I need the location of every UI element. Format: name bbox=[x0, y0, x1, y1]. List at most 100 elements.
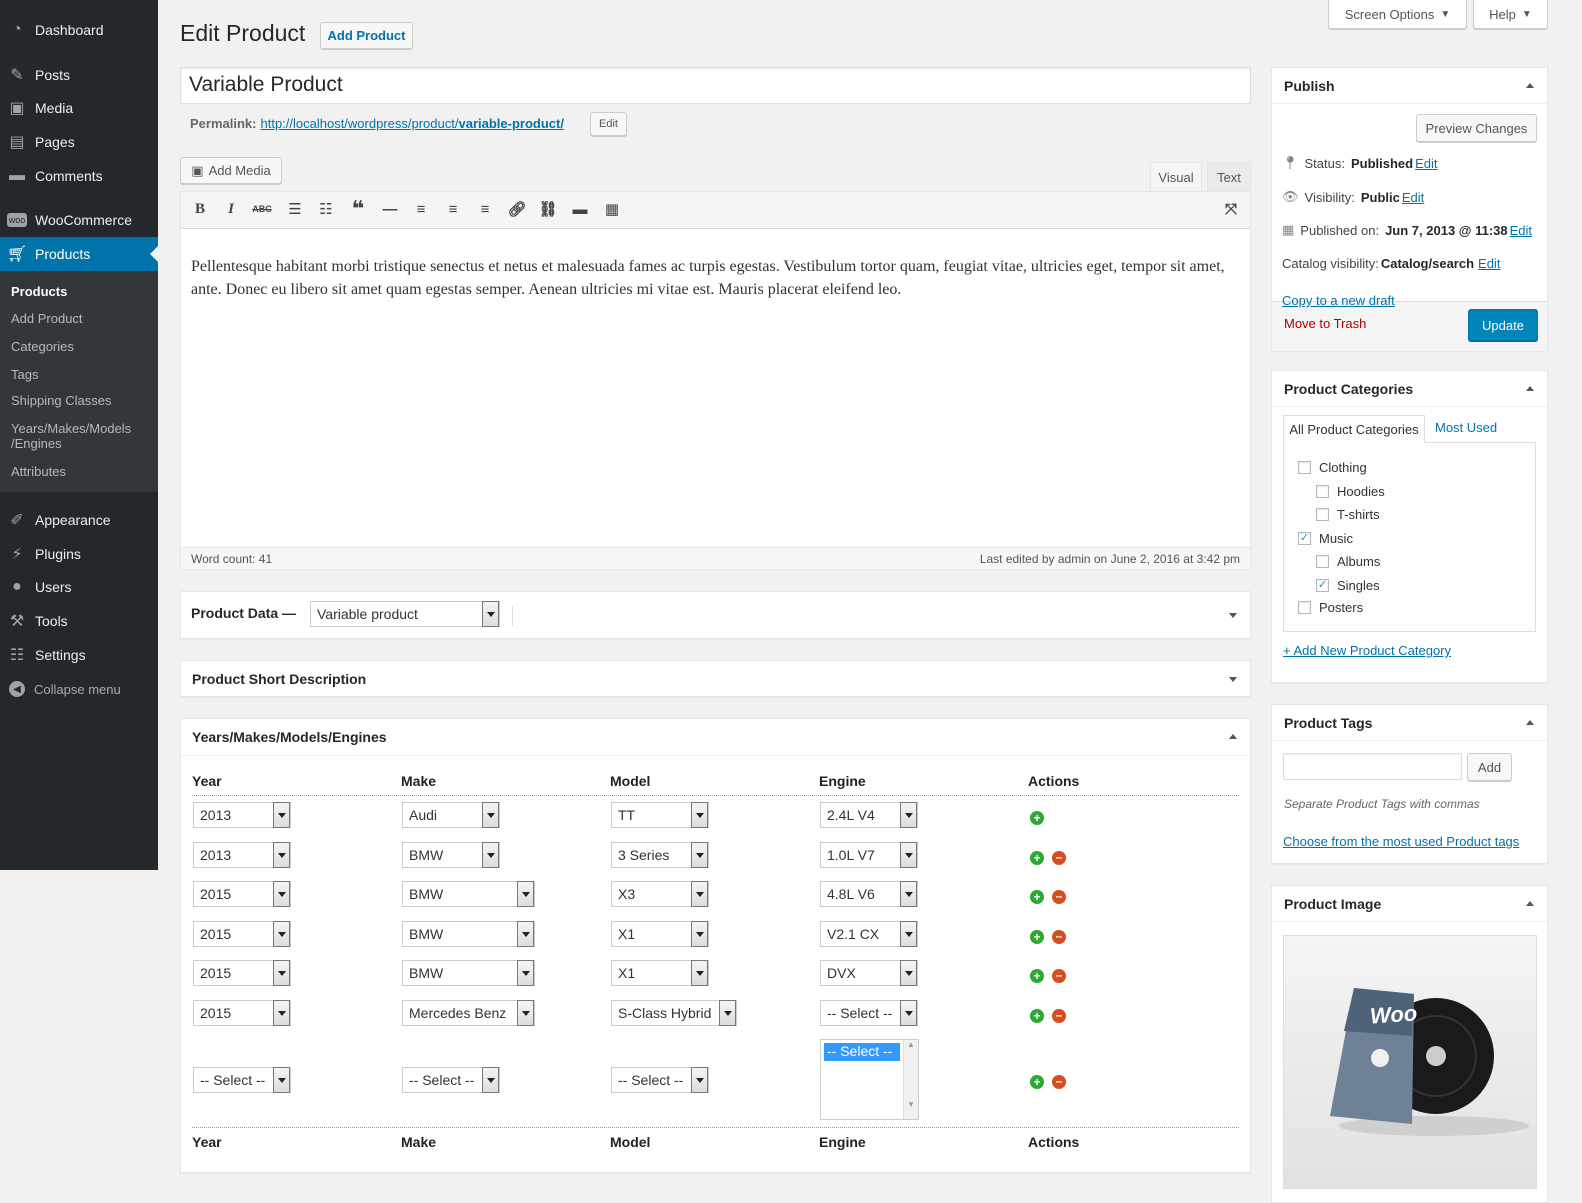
tab-visual[interactable]: Visual bbox=[1150, 162, 1202, 191]
sidebar-item-users[interactable]: ● Users bbox=[0, 570, 158, 604]
sidebar-item-comments[interactable]: ▬ Comments bbox=[0, 159, 158, 193]
category-checkbox[interactable]: ✓ bbox=[1316, 579, 1329, 592]
toggle-arrow-icon[interactable] bbox=[1526, 901, 1534, 906]
toolbar-toggle-icon[interactable]: ▦ bbox=[602, 199, 622, 219]
product-image[interactable]: Woo bbox=[1283, 935, 1537, 1189]
visibility-edit-link[interactable]: Edit bbox=[1402, 190, 1424, 205]
bullet-list-icon[interactable]: ☰ bbox=[285, 199, 305, 219]
category-checkbox[interactable] bbox=[1316, 555, 1329, 568]
scrollbar[interactable]: ▲ ▼ bbox=[903, 1040, 918, 1119]
model-select[interactable]: 3 Series bbox=[611, 842, 709, 868]
tag-input[interactable] bbox=[1283, 753, 1462, 780]
engine-option-selected[interactable]: -- Select -- bbox=[823, 1042, 901, 1062]
submenu-categories[interactable]: Categories bbox=[11, 339, 74, 354]
toggle-arrow-icon[interactable] bbox=[1229, 734, 1237, 739]
add-row-icon[interactable]: + bbox=[1030, 1009, 1044, 1023]
model-select[interactable]: TT bbox=[611, 802, 709, 828]
model-select[interactable]: X1 bbox=[611, 921, 709, 947]
sidebar-item-dashboard[interactable]: ◔ Dashboard bbox=[0, 13, 158, 47]
sidebar-item-pages[interactable]: ▤ Pages bbox=[0, 125, 158, 159]
submenu-tags[interactable]: Tags bbox=[11, 367, 38, 382]
remove-row-icon[interactable]: – bbox=[1052, 1009, 1066, 1023]
blockquote-icon[interactable]: ❝ bbox=[348, 196, 368, 221]
submenu-ymme[interactable]: Years/Makes/Models/Engines bbox=[11, 421, 131, 451]
year-select[interactable]: -- Select -- bbox=[193, 1067, 291, 1093]
category-checkbox[interactable] bbox=[1298, 601, 1311, 614]
category-checkbox[interactable] bbox=[1316, 508, 1329, 521]
engine-select[interactable]: DVX bbox=[820, 960, 918, 986]
sidebar-item-settings[interactable]: ☷ Settings bbox=[0, 638, 158, 672]
add-new-category-link[interactable]: + Add New Product Category bbox=[1283, 643, 1451, 658]
read-more-icon[interactable]: ▬ bbox=[570, 199, 590, 219]
year-select[interactable]: 2015 bbox=[193, 921, 291, 947]
model-select[interactable]: X3 bbox=[611, 881, 709, 907]
engine-select[interactable]: 2.4L V4 bbox=[820, 802, 918, 828]
align-right-icon[interactable]: ≡ bbox=[475, 199, 495, 219]
make-select[interactable]: BMW bbox=[402, 842, 500, 868]
make-select[interactable]: BMW bbox=[402, 960, 535, 986]
model-select[interactable]: X1 bbox=[611, 960, 709, 986]
engine-select[interactable]: -- Select -- bbox=[820, 1000, 918, 1026]
year-select[interactable]: 2015 bbox=[193, 1000, 291, 1026]
tab-text[interactable]: Text bbox=[1207, 162, 1251, 191]
add-row-icon[interactable]: + bbox=[1030, 1075, 1044, 1089]
title-input[interactable]: Variable Product bbox=[180, 67, 1251, 104]
sidebar-item-tools[interactable]: ⚒︎ Tools bbox=[0, 604, 158, 638]
remove-row-icon[interactable]: – bbox=[1052, 969, 1066, 983]
toggle-arrow-icon[interactable] bbox=[1229, 677, 1237, 682]
fullscreen-icon[interactable]: ⤧ bbox=[1221, 199, 1241, 219]
model-select[interactable]: -- Select -- bbox=[611, 1067, 709, 1093]
choose-tags-link[interactable]: Choose from the most used Product tags bbox=[1283, 834, 1519, 849]
make-select[interactable]: Mercedes Benz bbox=[402, 1000, 535, 1026]
sidebar-item-appearance[interactable]: ✐ Appearance bbox=[0, 503, 158, 537]
numbered-list-icon[interactable]: ☷ bbox=[316, 199, 336, 219]
sidebar-item-plugins[interactable]: ⚡︎ Plugins bbox=[0, 537, 158, 571]
add-tag-button[interactable]: Add bbox=[1467, 753, 1512, 781]
add-row-icon[interactable]: + bbox=[1030, 851, 1044, 865]
published-edit-link[interactable]: Edit bbox=[1510, 223, 1532, 238]
permalink-link[interactable]: http://localhost/wordpress/product/varia… bbox=[260, 116, 563, 131]
add-product-button[interactable]: Add Product bbox=[320, 22, 413, 49]
toggle-arrow-icon[interactable] bbox=[1526, 83, 1534, 88]
product-type-select[interactable]: Variable product bbox=[310, 601, 500, 627]
collapse-menu[interactable]: ◀ Collapse menu bbox=[0, 678, 158, 700]
preview-changes-button[interactable]: Preview Changes bbox=[1416, 114, 1537, 142]
permalink-edit-button[interactable]: Edit bbox=[590, 112, 627, 136]
remove-row-icon[interactable]: – bbox=[1052, 930, 1066, 944]
tab-most-used[interactable]: Most Used bbox=[1435, 420, 1497, 435]
engine-select[interactable]: V2.1 CX bbox=[820, 921, 918, 947]
add-row-icon[interactable]: + bbox=[1030, 890, 1044, 904]
submenu-attributes[interactable]: Attributes bbox=[11, 464, 66, 479]
submenu-add-product[interactable]: Add Product bbox=[11, 311, 83, 326]
copy-draft-link[interactable]: Copy to a new draft bbox=[1282, 293, 1395, 308]
catalog-edit-link[interactable]: Edit bbox=[1478, 256, 1500, 271]
sidebar-item-posts[interactable]: ✎ Posts bbox=[0, 58, 158, 92]
toggle-arrow-icon[interactable] bbox=[1526, 720, 1534, 725]
add-row-icon[interactable]: + bbox=[1030, 930, 1044, 944]
category-checkbox[interactable] bbox=[1316, 485, 1329, 498]
make-select[interactable]: -- Select -- bbox=[402, 1067, 500, 1093]
italic-icon[interactable]: I bbox=[221, 199, 241, 219]
model-select[interactable]: S-Class Hybrid bbox=[611, 1000, 737, 1026]
submenu-shipping-classes[interactable]: Shipping Classes bbox=[11, 393, 111, 408]
unlink-icon[interactable]: ⛓︎ bbox=[538, 199, 558, 219]
category-checkbox[interactable] bbox=[1298, 461, 1311, 474]
tab-all-categories[interactable]: All Product Categories bbox=[1283, 415, 1425, 443]
submenu-products[interactable]: Products bbox=[11, 284, 67, 299]
category-checkbox[interactable]: ✓ bbox=[1298, 532, 1311, 545]
year-select[interactable]: 2015 bbox=[193, 881, 291, 907]
remove-row-icon[interactable]: – bbox=[1052, 1075, 1066, 1089]
add-row-icon[interactable]: + bbox=[1030, 811, 1044, 825]
add-media-button[interactable]: ▣ Add Media bbox=[180, 157, 282, 184]
help-button[interactable]: Help ▼ bbox=[1473, 0, 1548, 29]
bold-icon[interactable]: B bbox=[190, 199, 210, 219]
year-select[interactable]: 2013 bbox=[193, 802, 291, 828]
year-select[interactable]: 2015 bbox=[193, 960, 291, 986]
engine-select[interactable]: 1.0L V7 bbox=[820, 842, 918, 868]
make-select[interactable]: Audi bbox=[402, 802, 500, 828]
make-select[interactable]: BMW bbox=[402, 881, 535, 907]
make-select[interactable]: BMW bbox=[402, 921, 535, 947]
sidebar-item-media[interactable]: ▣ Media bbox=[0, 91, 158, 125]
remove-row-icon[interactable]: – bbox=[1052, 890, 1066, 904]
remove-row-icon[interactable]: – bbox=[1052, 851, 1066, 865]
